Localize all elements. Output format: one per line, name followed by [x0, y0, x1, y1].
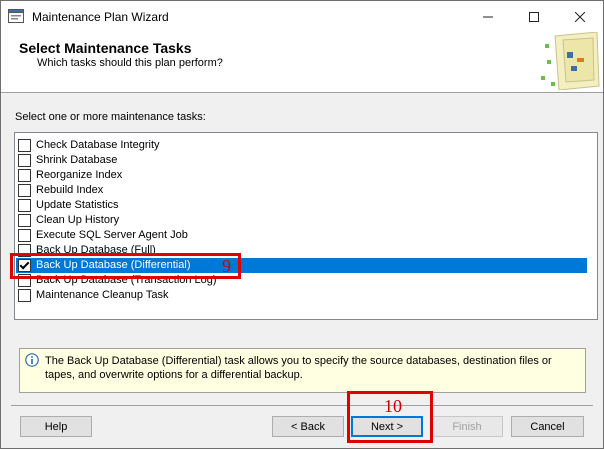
wizard-header: Select Maintenance Tasks Which tasks sho… [1, 32, 603, 93]
annotation-callout-10: 10 [384, 396, 402, 416]
close-icon [575, 11, 585, 22]
wizard-header-graphic [541, 32, 600, 90]
task-checkbox[interactable] [18, 199, 31, 212]
info-icon [25, 353, 39, 367]
task-item-update-statistics[interactable]: Update Statistics [16, 198, 587, 213]
task-checkbox[interactable] [18, 214, 31, 227]
back-button[interactable]: < Back [272, 416, 344, 437]
maximize-button[interactable] [511, 1, 557, 32]
task-item-reorganize-index[interactable]: Reorganize Index [16, 168, 587, 183]
task-label: Maintenance Cleanup Task [36, 289, 169, 301]
window-title: Maintenance Plan Wizard [32, 10, 169, 24]
title-bar: Maintenance Plan Wizard [1, 1, 603, 32]
task-checkbox[interactable] [18, 169, 31, 182]
cancel-button[interactable]: Cancel [511, 416, 584, 437]
task-checkbox[interactable] [18, 289, 31, 302]
annotation-box-differential [10, 253, 241, 279]
maximize-icon [529, 11, 539, 22]
task-item-rebuild-index[interactable]: Rebuild Index [16, 183, 587, 198]
close-button[interactable] [557, 1, 603, 32]
task-item-shrink-database[interactable]: Shrink Database [16, 153, 587, 168]
task-label: Reorganize Index [36, 169, 123, 181]
wizard-window: Maintenance Plan Wizard Select Maintenan… [0, 0, 604, 449]
page-subtitle: Which tasks should this plan perform? [37, 57, 223, 69]
app-icon [8, 9, 24, 23]
task-label: Shrink Database [36, 154, 118, 166]
task-item-clean-up-history[interactable]: Clean Up History [16, 213, 587, 228]
tasks-prompt: Select one or more maintenance tasks: [15, 111, 206, 123]
task-label: Check Database Integrity [36, 139, 160, 151]
page-title: Select Maintenance Tasks [19, 40, 192, 56]
task-checkbox[interactable] [18, 184, 31, 197]
task-item-check-database-integrity[interactable]: Check Database Integrity [16, 138, 587, 153]
task-item-maintenance-cleanup[interactable]: Maintenance Cleanup Task [16, 288, 587, 303]
button-separator [11, 405, 593, 406]
annotation-callout-9: 9 [222, 256, 231, 276]
minimize-icon [483, 16, 493, 17]
task-description-text: The Back Up Database (Differential) task… [45, 355, 552, 381]
task-checkbox[interactable] [18, 229, 31, 242]
task-checkbox[interactable] [18, 154, 31, 167]
task-label: Rebuild Index [36, 184, 104, 196]
task-description-box: The Back Up Database (Differential) task… [19, 348, 586, 393]
task-label: Clean Up History [36, 214, 120, 226]
finish-button[interactable]: Finish [431, 416, 503, 437]
task-label: Execute SQL Server Agent Job [36, 229, 188, 241]
maintenance-task-list[interactable]: Check Database Integrity Shrink Database… [14, 132, 598, 320]
minimize-button[interactable] [465, 1, 511, 32]
task-checkbox[interactable] [18, 139, 31, 152]
help-button[interactable]: Help [20, 416, 92, 437]
task-label: Update Statistics [36, 199, 119, 211]
task-item-execute-agent-job[interactable]: Execute SQL Server Agent Job [16, 228, 587, 243]
